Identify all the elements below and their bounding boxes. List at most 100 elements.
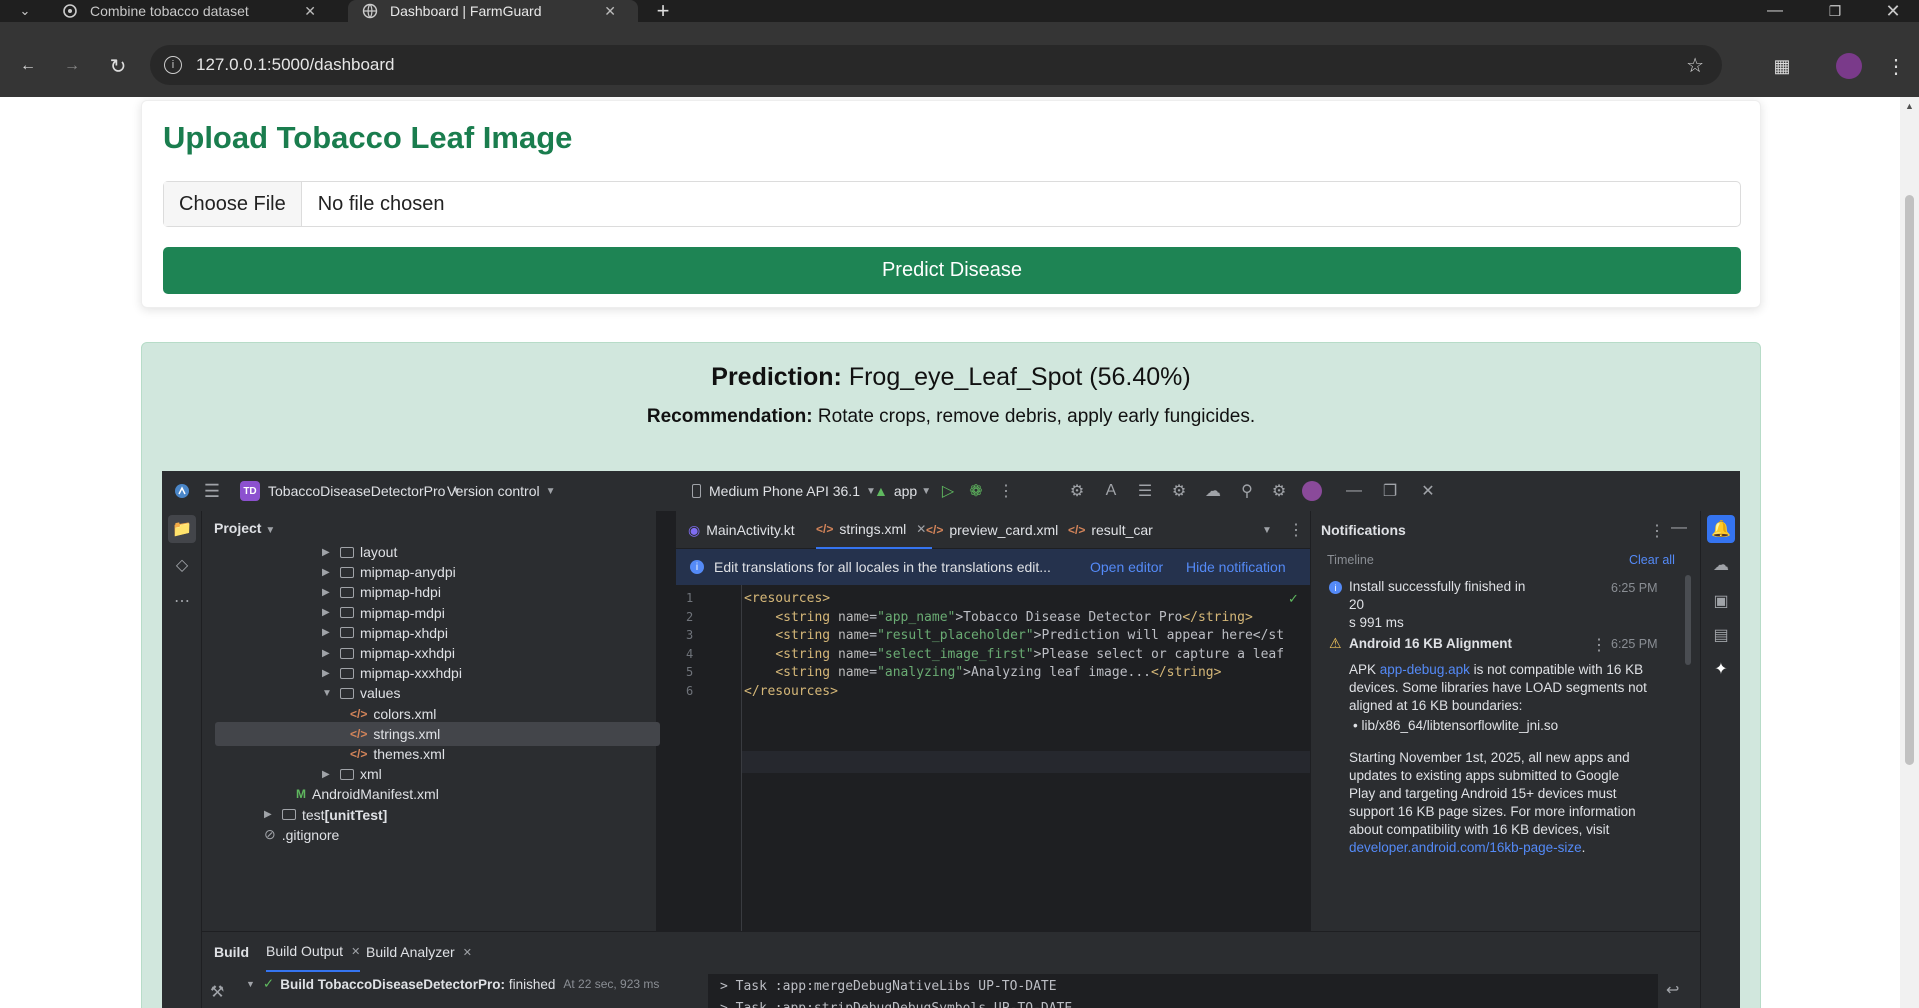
ide-close-icon[interactable]: ✕	[1418, 471, 1438, 511]
xml-file-icon: </>	[816, 522, 834, 536]
chevron-right-icon[interactable]: ▶	[322, 648, 336, 659]
build-console[interactable]: > Task :app:mergeDebugNativeLibs UP-TO-D…	[708, 974, 1658, 1008]
more-tools-icon[interactable]: ⋯	[168, 587, 196, 615]
page-size-link[interactable]: developer.android.com/16kb-page-size	[1349, 840, 1582, 855]
tab-preview-card[interactable]: </> preview_card.xml	[926, 511, 1058, 549]
translate-icon[interactable]: A	[1100, 471, 1122, 511]
sdk-manager-icon[interactable]: ☁	[1202, 471, 1224, 511]
build-duration: At 22 sec, 923 ms	[563, 977, 660, 991]
gemini-icon[interactable]: ✦	[1707, 655, 1735, 683]
notifications-panel: Notifications ⋮ — Timeline Clear all i I…	[1310, 511, 1700, 971]
minimize-button[interactable]: —	[1760, 0, 1790, 22]
predict-disease-button[interactable]: Predict Disease	[163, 247, 1741, 294]
project-panel-title[interactable]: Project ▼	[214, 520, 275, 536]
project-selector[interactable]: TD TobaccoDiseaseDetectorPro ▼	[240, 471, 461, 511]
back-icon[interactable]: ←	[16, 54, 40, 78]
running-devices-icon[interactable]: ▤	[1707, 621, 1735, 649]
scroll-up-icon[interactable]: ▲	[1905, 101, 1914, 111]
tab-result-card[interactable]: </> result_car	[1068, 511, 1153, 549]
tree-item--gitignore[interactable]: ⊘ .gitignore	[202, 823, 656, 847]
close-window-button[interactable]: ✕	[1878, 0, 1908, 22]
build-title: Build	[214, 944, 249, 960]
hamburger-menu-icon[interactable]: ☰	[202, 471, 222, 511]
hide-notification-link[interactable]: Hide notification	[1186, 559, 1286, 575]
choose-file-button[interactable]: Choose File	[164, 182, 302, 226]
apk-link[interactable]: app-debug.apk	[1380, 662, 1470, 677]
chevron-right-icon[interactable]: ▶	[322, 607, 336, 618]
tabs-dropdown-icon[interactable]: ▼	[1262, 511, 1272, 549]
chevron-right-icon[interactable]: ▶	[322, 587, 336, 598]
device-manager-icon[interactable]: ⚙	[1168, 471, 1190, 511]
tabs-more-icon[interactable]: ⋮	[1288, 511, 1304, 549]
chevron-right-icon[interactable]: ▶	[322, 567, 336, 578]
layout-inspector-icon[interactable]: ☰	[1134, 471, 1156, 511]
run-config-selector[interactable]: ▲ app ▼	[874, 471, 931, 511]
page-scrollbar-thumb[interactable]	[1905, 195, 1914, 765]
build-status[interactable]: ▼ ✓ Build TobaccoDiseaseDetectorPro: fin…	[246, 964, 659, 1004]
notifications-minimize-icon[interactable]: —	[1671, 519, 1687, 537]
debug-icon[interactable]: ❁	[966, 471, 986, 511]
build-status-label: Build TobaccoDiseaseDetectorPro:	[280, 976, 506, 992]
ide-restore-icon[interactable]: ❐	[1380, 471, 1400, 511]
chevron-right-icon[interactable]: ▶	[264, 809, 278, 820]
chevron-right-icon[interactable]: ▶	[322, 769, 336, 780]
bookmark-star-icon[interactable]: ☆	[1686, 53, 1704, 78]
more-actions-icon[interactable]: ⋮	[996, 471, 1016, 511]
chevron-right-icon[interactable]: ▶	[322, 547, 336, 558]
check-icon: ✓	[262, 976, 275, 991]
clear-all-link[interactable]: Clear all	[1629, 553, 1675, 567]
close-icon[interactable]: ✕	[351, 945, 360, 958]
notifications-scrollbar[interactable]	[1685, 575, 1691, 665]
tab-list-button[interactable]: ⌄	[8, 0, 42, 22]
sync-gradle-icon[interactable]: ⚙	[1066, 471, 1088, 511]
project-folder-icon[interactable]: 📁	[168, 515, 196, 543]
forward-icon[interactable]: →	[60, 54, 84, 78]
extensions-icon[interactable]: ▦	[1770, 54, 1794, 78]
menu-kebab-icon[interactable]: ⋮	[1884, 54, 1908, 78]
chevron-down-icon[interactable]: ▼	[322, 688, 336, 699]
restore-button[interactable]: ❐	[1820, 0, 1850, 22]
chevron-right-icon[interactable]: ▶	[322, 668, 336, 679]
url-text: 127.0.0.1:5000/dashboard	[196, 55, 395, 74]
notifications-more-icon[interactable]: ⋮	[1649, 521, 1665, 541]
ide-minimize-icon[interactable]: —	[1344, 471, 1364, 511]
soft-wrap-icon[interactable]: ↩	[1666, 980, 1679, 1000]
version-control-menu[interactable]: Version control ▼	[447, 471, 556, 511]
tab-title: Combine tobacco dataset	[90, 3, 249, 19]
device-selector[interactable]: Medium Phone API 36.1 ▼	[692, 471, 876, 511]
console-line: > Task :app:stripDebugDebugSymbols UP-TO…	[720, 998, 1646, 1008]
close-tab-icon[interactable]: ✕	[304, 3, 316, 20]
close-icon[interactable]: ✕	[463, 946, 472, 959]
notifications-bell-icon[interactable]: 🔔	[1707, 515, 1735, 543]
browser-tab-1[interactable]: Combine tobacco dataset ✕	[48, 0, 338, 22]
site-info-icon[interactable]: i	[164, 56, 182, 74]
xml-file-icon: </>	[350, 747, 368, 761]
user-avatar[interactable]	[1302, 481, 1322, 501]
settings-gear-icon[interactable]: ⚙	[1268, 471, 1290, 511]
file-input[interactable]: Choose File No file chosen	[163, 181, 1741, 227]
code-line: <resources>	[744, 591, 831, 606]
close-tab-icon[interactable]: ✕	[604, 3, 616, 20]
ide-right-toolstrip: 🔔 ☁ ▣ ▤ ✦	[1700, 511, 1740, 1008]
reload-icon[interactable]: ↻	[106, 54, 130, 78]
run-icon[interactable]: ▷	[938, 471, 958, 511]
prediction-value: Frog_eye_Leaf_Spot (56.40%)	[848, 363, 1191, 391]
browser-tab-2-active[interactable]: Dashboard | FarmGuard ✕	[348, 0, 638, 22]
xml-file-icon: </>	[926, 523, 944, 537]
new-tab-button[interactable]: +	[650, 0, 676, 23]
chevron-down-icon: ▼	[246, 979, 255, 989]
tab-mainactivity[interactable]: ◉ MainActivity.kt	[688, 511, 795, 549]
device-explorer-icon[interactable]: ▣	[1707, 587, 1735, 615]
code-line: <string name="analyzing">Analyzing leaf …	[775, 665, 1222, 680]
structure-icon[interactable]: ◇	[168, 551, 196, 579]
alignment-more-icon[interactable]: ⋮	[1591, 635, 1607, 655]
close-icon[interactable]: ✕	[916, 522, 926, 536]
address-bar[interactable]: i 127.0.0.1:5000/dashboard ☆	[150, 45, 1722, 85]
chevron-right-icon[interactable]: ▶	[322, 627, 336, 638]
hammer-icon[interactable]: ⚒	[210, 982, 224, 1002]
profile-avatar[interactable]	[1836, 53, 1862, 79]
search-icon[interactable]: ⚲	[1236, 471, 1258, 511]
gradle-icon[interactable]: ☁	[1707, 551, 1735, 579]
open-editor-link[interactable]: Open editor	[1090, 559, 1163, 575]
tab-strings-xml[interactable]: </> strings.xml ✕	[816, 511, 933, 549]
